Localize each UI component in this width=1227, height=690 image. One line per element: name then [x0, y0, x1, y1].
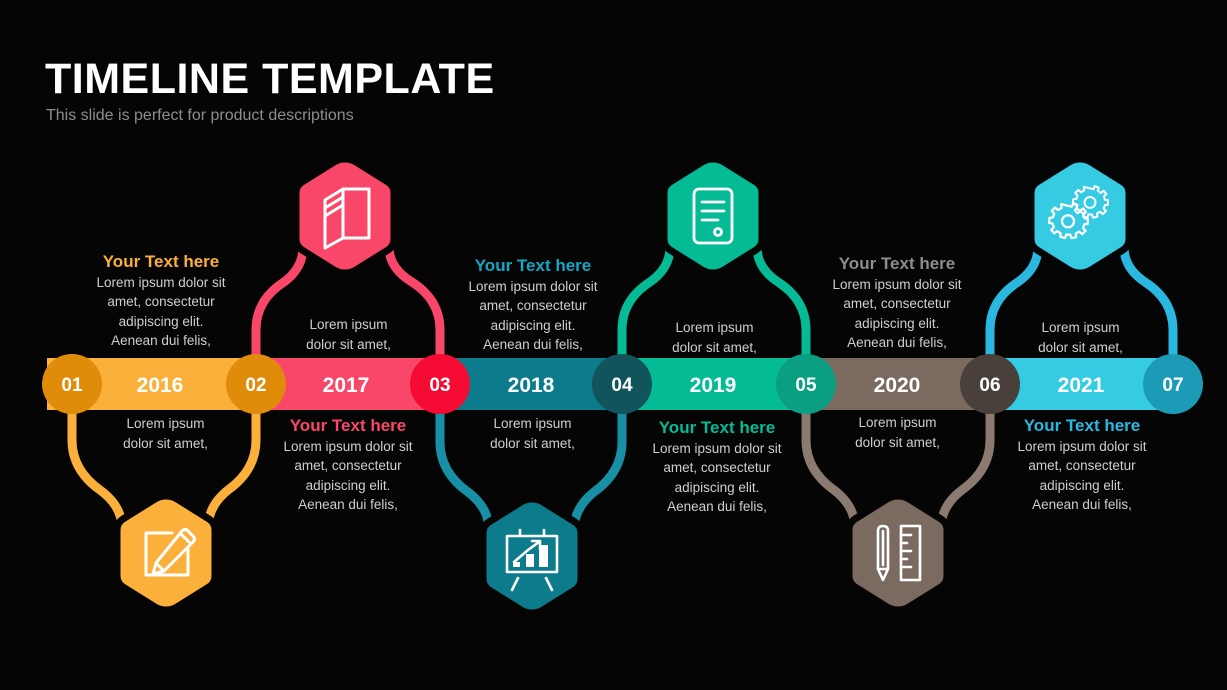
text-heading-step-02: Your Text here	[289, 416, 407, 435]
step-number-01: 01	[61, 375, 83, 396]
text-block-short-2021-above: Lorem ipsum dolor sit amet,	[1038, 320, 1123, 355]
text-block-step-03: Your Text here Lorem ipsum dolor sit amet…	[448, 256, 618, 355]
text-body-step-02: Lorem ipsum dolor sit amet, consectetur a…	[283, 438, 413, 513]
text-body-step-04: Lorem ipsum dolor sit amet, consectetur a…	[652, 440, 782, 515]
slide-canvas: TIMELINE TEMPLATE This slide is perfect …	[0, 0, 1227, 690]
text-block-short-2016-below: Lorem ipsum dolor sit amet,	[123, 416, 208, 451]
text-block-short-2019-above: Lorem ipsum dolor sit amet,	[672, 320, 757, 355]
text-body-step-03: Lorem ipsum dolor sit amet, consectetur a…	[468, 278, 598, 353]
text-block-short-2020-below: Lorem ipsum dolor sit amet,	[855, 415, 940, 450]
text-heading-step-04: Your Text here	[658, 418, 776, 437]
text-block-short-2018-below: Lorem ipsum dolor sit amet,	[490, 416, 575, 451]
bar-year-2021: 2021	[1058, 374, 1105, 397]
step-number-03: 03	[429, 375, 450, 396]
text-heading-step-03: Your Text here	[474, 256, 592, 275]
text-heading-step-01: Your Text here	[102, 252, 220, 271]
step-number-04: 04	[611, 375, 633, 396]
step-number-02: 02	[245, 375, 266, 396]
step-number-05: 05	[795, 375, 817, 396]
text-block-step-06: Your Text here Lorem ipsum dolor sit amet…	[996, 416, 1168, 515]
bar-year-2017: 2017	[323, 374, 370, 397]
bar-year-2016: 2016	[137, 374, 184, 397]
bar-year-2020: 2020	[874, 374, 921, 397]
text-body-step-06: Lorem ipsum dolor sit amet, consectetur a…	[1017, 438, 1147, 513]
text-block-short-2017-above: Lorem ipsum dolor sit amet,	[306, 317, 391, 352]
text-block-step-01: Your Text here Lorem ipsum dolor sit amet…	[66, 252, 256, 351]
bar-year-2018: 2018	[508, 374, 555, 397]
text-body-step-01: Lorem ipsum dolor sit amet, consectetur a…	[96, 274, 226, 349]
text-block-step-02: Your Text here Lorem ipsum dolor sit amet…	[262, 416, 434, 515]
step-number-07: 07	[1162, 375, 1183, 396]
text-block-step-05: Your Text here Lorem ipsum dolor sit amet…	[812, 254, 982, 353]
step-number-06: 06	[979, 375, 1000, 396]
bar-year-2019: 2019	[690, 374, 737, 397]
text-heading-step-05: Your Text here	[838, 254, 956, 273]
text-body-step-05: Lorem ipsum dolor sit amet, consectetur a…	[832, 276, 962, 351]
text-block-step-04: Your Text here Lorem ipsum dolor sit amet…	[631, 418, 803, 517]
text-heading-step-06: Your Text here	[1023, 416, 1141, 435]
